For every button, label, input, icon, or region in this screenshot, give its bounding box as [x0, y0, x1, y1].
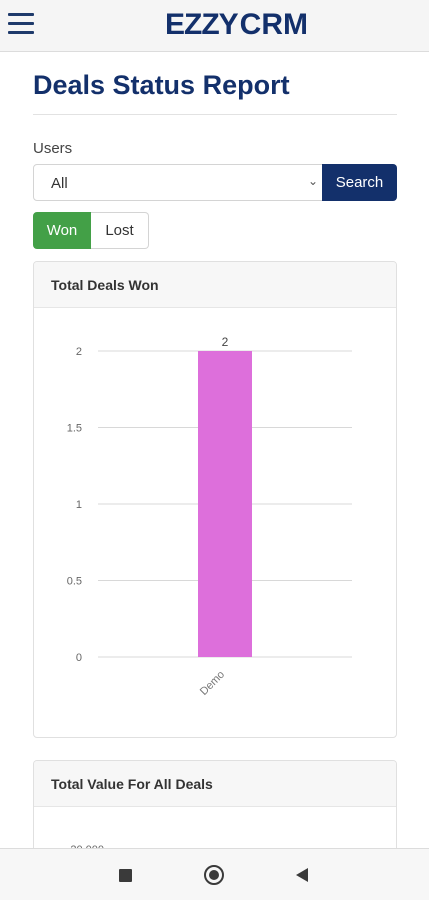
users-label: Users: [33, 140, 73, 157]
deals-won-chart: 0 0.5 1 1.5 2 2 Demo: [67, 335, 352, 698]
search-button[interactable]: Search: [322, 164, 397, 201]
top-bar: EZZYCRM: [0, 0, 429, 52]
back-triangle-icon[interactable]: [296, 868, 308, 882]
chevron-down-icon: ⌄: [307, 174, 318, 188]
data-label: 2: [222, 335, 229, 349]
won-toggle-button[interactable]: Won: [33, 212, 91, 249]
y-tick-label: 1.5: [67, 423, 82, 435]
y-tick-label: 2: [76, 346, 82, 358]
users-select[interactable]: All ⌄: [33, 164, 323, 201]
recents-square-icon[interactable]: [119, 869, 132, 882]
logo-crm: CRM: [239, 8, 308, 41]
deals-value-card: Total Value For All Deals 20,000: [33, 760, 397, 860]
deals-won-card: Total Deals Won 0 0.5 1 1.5 2 2 Demo: [33, 261, 397, 738]
x-tick-label: Demo: [198, 669, 227, 698]
page-title: Deals Status Report: [33, 70, 290, 100]
bar: [198, 351, 252, 657]
system-nav-bar: [0, 848, 429, 900]
deals-value-chart: 20,000: [70, 844, 352, 856]
y-tick-label: 0: [76, 652, 82, 664]
home-circle-icon[interactable]: [204, 865, 224, 885]
hamburger-menu-icon[interactable]: [8, 10, 34, 38]
logo-ezzy: EZZY: [165, 8, 239, 41]
y-tick-label: 1: [76, 499, 82, 511]
y-tick-label: 0.5: [67, 576, 82, 588]
users-select-value: All: [51, 175, 68, 192]
lost-toggle-button[interactable]: Lost: [91, 212, 149, 249]
title-divider: [33, 114, 397, 115]
app-logo: EZZYCRM: [165, 8, 308, 42]
